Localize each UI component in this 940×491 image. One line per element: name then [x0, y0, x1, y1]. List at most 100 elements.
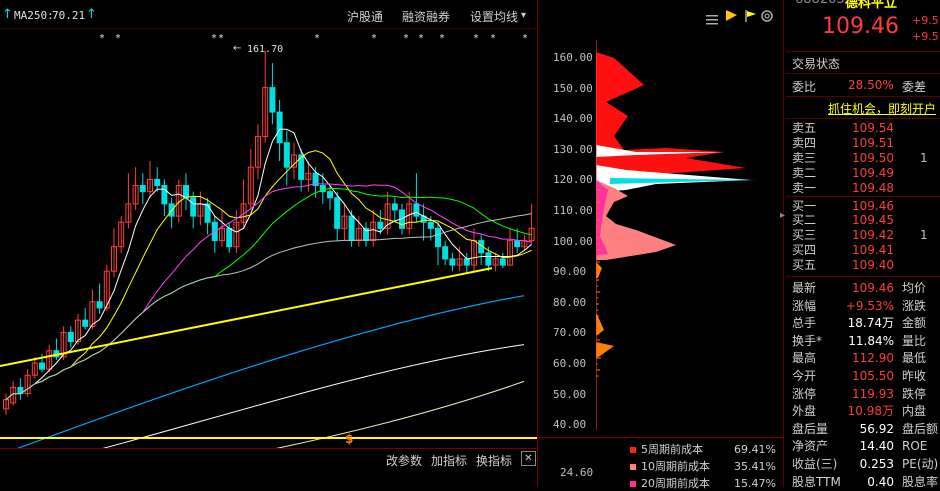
- stat-label-2: 股息率: [902, 475, 938, 490]
- ask-row[interactable]: 卖一 109.48: [790, 181, 940, 195]
- order-label: 卖二: [792, 166, 816, 180]
- price-tick: 130.00: [553, 143, 593, 156]
- edit-params-button[interactable]: 改参数: [386, 452, 422, 469]
- order-volume: 1: [920, 151, 928, 165]
- order-label: 买二: [792, 213, 816, 227]
- candle-body: [450, 259, 455, 265]
- stat-label: 涨停: [792, 387, 816, 402]
- stat-value: 109.46: [836, 281, 894, 296]
- stat-label: 外盘: [792, 404, 816, 419]
- panel-divider: [783, 0, 784, 487]
- stat-label-2: 内盘: [902, 404, 926, 419]
- candle-body: [162, 186, 167, 204]
- stat-label-2: 金额: [902, 316, 926, 331]
- event-marker: *: [315, 33, 320, 44]
- candle-body: [378, 222, 383, 228]
- marker-icon[interactable]: [744, 8, 758, 22]
- candle-body: [277, 112, 282, 143]
- order-price: 109.41: [836, 243, 894, 257]
- baseline-marker: [0, 437, 537, 439]
- legend-item-5: 5周期前成本 69.41%: [630, 443, 703, 457]
- close-icon[interactable]: ✕: [521, 451, 536, 466]
- stat-label: 收益(三): [792, 457, 837, 472]
- divider: [786, 96, 940, 97]
- ask-row[interactable]: 卖二 109.49: [790, 166, 940, 180]
- order-price: 109.45: [836, 213, 894, 227]
- stat-value: +9.53%: [836, 299, 894, 314]
- candle-body: [335, 198, 340, 229]
- webi-label: 委比: [792, 78, 816, 95]
- stat-value: 18.74万: [836, 316, 894, 331]
- stat-row: 今开 105.50 昨收: [790, 369, 940, 384]
- event-marker: *: [523, 33, 528, 44]
- list-icon[interactable]: [706, 10, 718, 20]
- up-arrow-icon[interactable]: ↑: [86, 7, 97, 22]
- legend-pct: 69.41%: [734, 443, 774, 457]
- change-percent: +9.5: [912, 30, 939, 43]
- bid-row[interactable]: 买五 109.40: [790, 258, 940, 272]
- margin-trading-button[interactable]: 融资融券: [402, 8, 450, 25]
- candle-body: [515, 241, 520, 247]
- stat-label-2: PE(动): [902, 457, 938, 472]
- stat-label-2: 均价: [902, 281, 926, 296]
- legend-swatch: [630, 447, 636, 453]
- ask-row[interactable]: 卖五 109.54: [790, 121, 940, 135]
- cost-shape: [596, 342, 614, 358]
- ma-line: [6, 184, 532, 400]
- bid-row[interactable]: 买四 109.41: [790, 243, 940, 257]
- event-marker: *: [219, 33, 224, 44]
- ma-settings-button[interactable]: 设置均线: [470, 8, 518, 25]
- stat-row: 收益(三) 0.253 PE(动): [790, 457, 940, 472]
- stat-value: 119.93: [836, 387, 894, 402]
- candle-body: [392, 204, 397, 210]
- stat-row: 涨幅 +9.53% 涨跌: [790, 299, 940, 314]
- stat-row: 换手* 11.84% 量比: [790, 334, 940, 349]
- stat-value: 0.40: [836, 475, 894, 490]
- volume-divider: [0, 448, 537, 449]
- candle-body: [464, 259, 469, 265]
- stat-label-2: 昨收: [902, 369, 926, 384]
- legend-swatch: [630, 481, 636, 487]
- divider: [786, 51, 940, 52]
- add-indicator-button[interactable]: 加指标: [431, 452, 467, 469]
- bid-row[interactable]: 买一 109.46: [790, 199, 940, 213]
- chevron-down-icon[interactable]: ▾: [521, 10, 526, 21]
- event-marker: *: [474, 33, 479, 44]
- open-account-banner[interactable]: 抓住机会，即刻开户: [828, 100, 936, 117]
- stat-label: 最新: [792, 281, 816, 296]
- ask-row[interactable]: 卖四 109.51: [790, 136, 940, 150]
- candle-body: [97, 302, 102, 308]
- switch-indicator-button[interactable]: 换指标: [476, 452, 512, 469]
- price-tick: 100.00: [553, 235, 593, 248]
- stat-value: 105.50: [836, 369, 894, 384]
- volume-axis-value: 24.60: [560, 466, 593, 479]
- order-price: 109.46: [836, 199, 894, 213]
- ask-row[interactable]: 卖三 109.50 1: [790, 151, 940, 165]
- stat-label: 涨幅: [792, 299, 816, 314]
- bid-row[interactable]: 买二 109.45: [790, 213, 940, 227]
- divider: [786, 276, 940, 277]
- ma-line: [6, 214, 532, 400]
- stat-label: 盘后量: [792, 422, 828, 437]
- stat-value: 14.40: [836, 439, 894, 454]
- legend-item-10: 10周期前成本 35.41%: [630, 460, 710, 474]
- event-marker: *: [419, 33, 424, 44]
- stock-name: 德科平立: [845, 0, 897, 11]
- gear-icon[interactable]: [760, 8, 774, 22]
- flag-icon[interactable]: [724, 8, 738, 22]
- stat-label: 今开: [792, 369, 816, 384]
- divider: [786, 118, 940, 119]
- order-label: 买四: [792, 243, 816, 257]
- ma250-value: 70.21: [52, 9, 85, 22]
- hk-connect-button[interactable]: 沪股通: [347, 8, 383, 25]
- bid-row[interactable]: 买三 109.42 1: [790, 228, 940, 242]
- chart-divider: [537, 0, 538, 487]
- stat-label-2: ROE: [902, 439, 927, 454]
- candle-body: [227, 228, 232, 246]
- price-tick: 60.00: [553, 357, 586, 370]
- order-price: 109.42: [836, 228, 894, 242]
- stat-label: 最高: [792, 351, 816, 366]
- stat-row: 净资产 14.40 ROE: [790, 439, 940, 454]
- cost-shape: [596, 52, 746, 180]
- legend-label: 10周期前成本: [641, 460, 710, 473]
